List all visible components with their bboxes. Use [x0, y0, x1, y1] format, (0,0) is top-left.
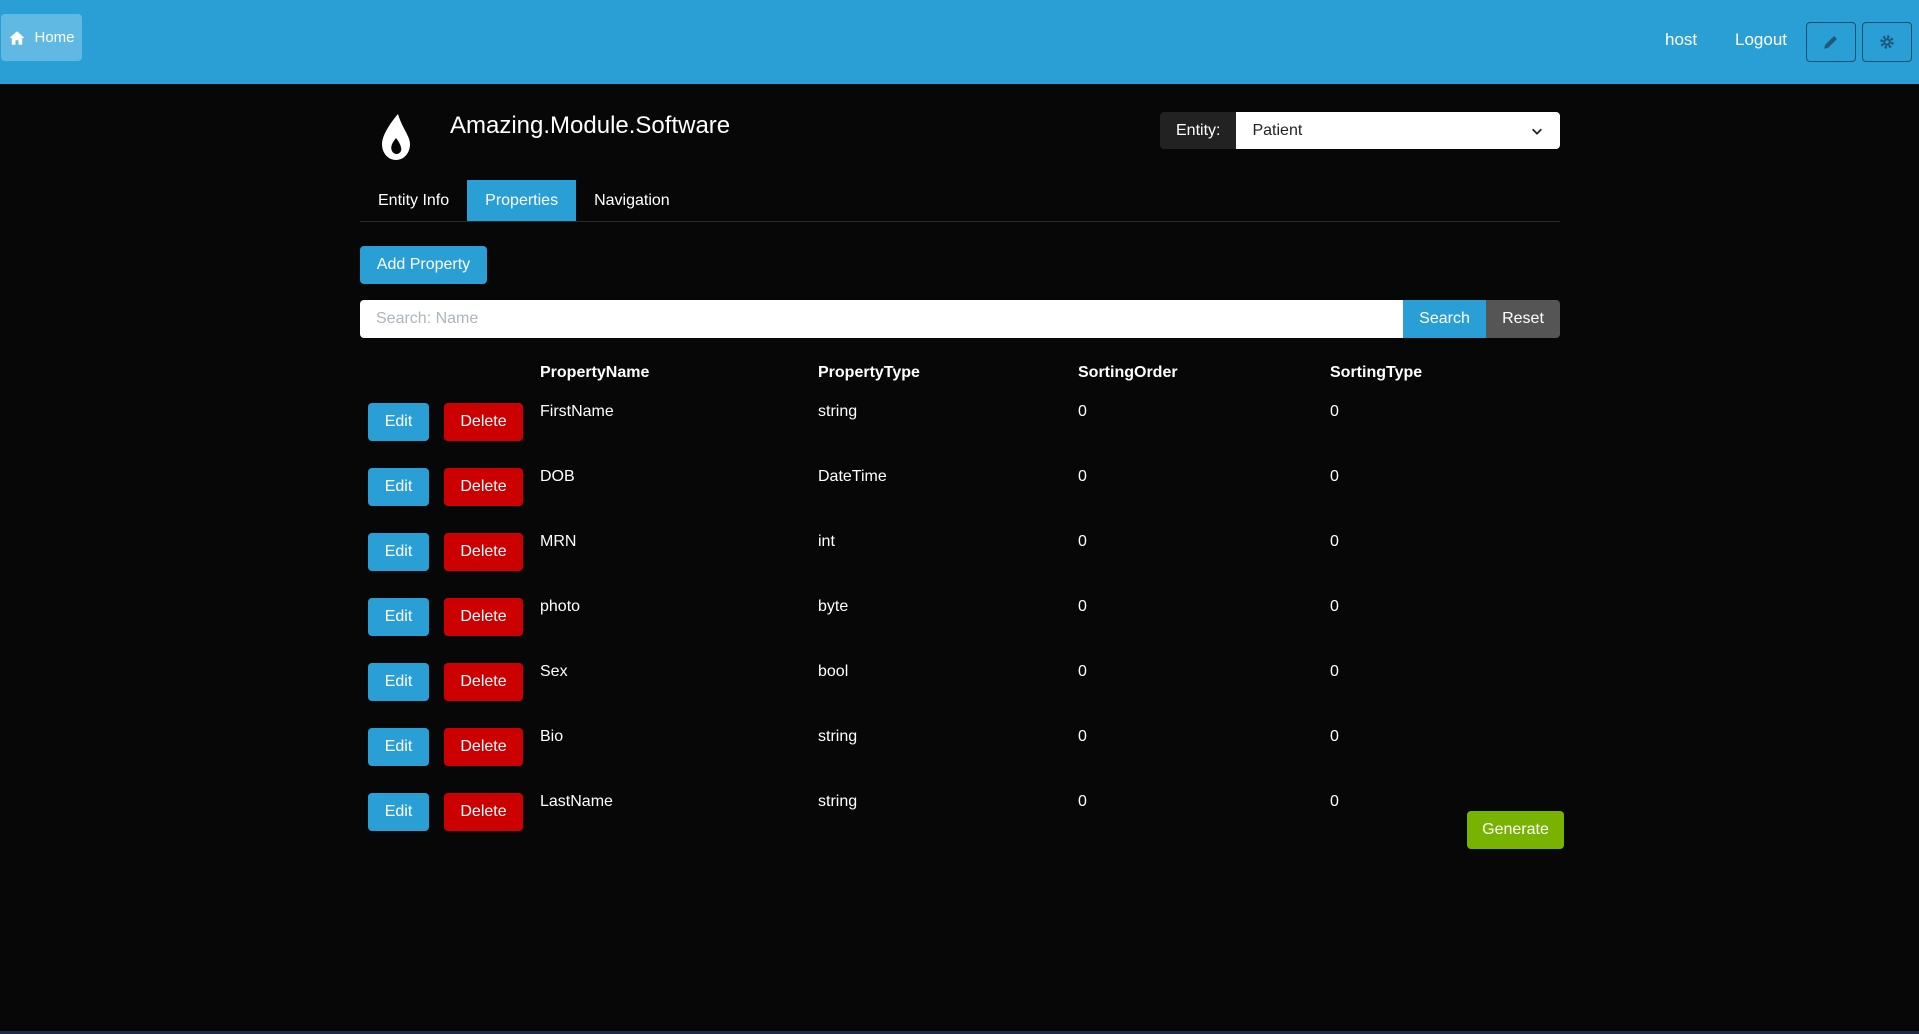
- pencil-icon: [1824, 36, 1837, 49]
- delete-button[interactable]: Delete: [444, 663, 523, 701]
- table-row: Edit Delete Bio string 0 0: [360, 717, 1560, 782]
- sorting-type-cell: 0: [1330, 403, 1339, 420]
- home-label: Home: [34, 29, 75, 46]
- property-name-cell: MRN: [540, 533, 577, 550]
- table-row: Edit Delete Sex bool 0 0: [360, 652, 1560, 717]
- tab-bar: Entity Info Properties Navigation: [360, 180, 1560, 222]
- delete-button[interactable]: Delete: [444, 468, 523, 506]
- delete-button[interactable]: Delete: [444, 728, 523, 766]
- table-row: Edit Delete FirstName string 0 0: [360, 392, 1560, 457]
- delete-button[interactable]: Delete: [444, 533, 523, 571]
- chevron-down-icon: [1532, 128, 1542, 135]
- property-name-cell: DOB: [540, 468, 575, 485]
- property-name-cell: photo: [540, 598, 581, 615]
- property-type-cell: DateTime: [818, 468, 887, 485]
- delete-button[interactable]: Delete: [444, 403, 523, 441]
- delete-button[interactable]: Delete: [444, 598, 523, 636]
- edit-button[interactable]: Edit: [368, 468, 429, 506]
- table-row: Edit Delete MRN int 0 0: [360, 522, 1560, 587]
- edit-button[interactable]: Edit: [368, 793, 429, 831]
- edit-button[interactable]: Edit: [368, 403, 429, 441]
- edit-mode-button[interactable]: [1806, 22, 1856, 62]
- settings-button[interactable]: [1862, 22, 1912, 62]
- edit-button[interactable]: Edit: [368, 598, 429, 636]
- property-type-cell: int: [818, 533, 835, 550]
- sorting-order-cell: 0: [1078, 468, 1087, 485]
- edit-button[interactable]: Edit: [368, 663, 429, 701]
- search-input[interactable]: [360, 300, 1403, 338]
- actions-header: [360, 354, 540, 392]
- entity-selector: Entity: Patient: [1160, 112, 1560, 149]
- table-row: Edit Delete LastName string 0 0: [360, 782, 1560, 847]
- property-name-cell: LastName: [540, 793, 613, 810]
- entity-selected-value: Patient: [1252, 121, 1303, 139]
- sorting-order-cell: 0: [1078, 403, 1087, 420]
- properties-table: PropertyName PropertyType SortingOrder S…: [360, 354, 1560, 847]
- generate-button[interactable]: Generate: [1467, 811, 1564, 849]
- tab-properties[interactable]: Properties: [467, 180, 577, 221]
- edit-button[interactable]: Edit: [368, 533, 429, 571]
- sorting-order-cell: 0: [1078, 663, 1087, 680]
- table-row: Edit Delete photo byte 0 0: [360, 587, 1560, 652]
- edit-button[interactable]: Edit: [368, 728, 429, 766]
- entity-label: Entity:: [1160, 112, 1237, 149]
- reset-button[interactable]: Reset: [1486, 300, 1560, 338]
- tab-entity-info[interactable]: Entity Info: [360, 180, 467, 221]
- property-type-cell: string: [818, 728, 858, 745]
- sorting-type-cell: 0: [1330, 598, 1339, 615]
- sorting-order-cell: 0: [1078, 533, 1087, 550]
- sorting-type-cell: 0: [1330, 468, 1339, 485]
- property-type-cell: byte: [818, 598, 849, 615]
- add-property-button[interactable]: Add Property: [360, 246, 487, 284]
- top-navbar: Home host Logout: [0, 0, 1919, 84]
- sorting-order-cell: 0: [1078, 598, 1087, 615]
- search-button[interactable]: Search: [1403, 300, 1486, 338]
- home-icon: [9, 30, 25, 45]
- user-link[interactable]: host: [1665, 30, 1697, 50]
- column-header-sorting-order: SortingOrder: [1078, 364, 1178, 381]
- table-header-row: PropertyName PropertyType SortingOrder S…: [360, 354, 1560, 392]
- sorting-order-cell: 0: [1078, 793, 1087, 810]
- column-header-property-name: PropertyName: [540, 364, 650, 381]
- sorting-order-cell: 0: [1078, 728, 1087, 745]
- property-name-cell: Bio: [540, 728, 564, 745]
- tab-navigation[interactable]: Navigation: [576, 180, 688, 221]
- property-name-cell: Sex: [540, 663, 568, 680]
- sorting-type-cell: 0: [1330, 533, 1339, 550]
- sorting-type-cell: 0: [1330, 728, 1339, 745]
- column-header-sorting-type: SortingType: [1330, 364, 1423, 381]
- search-bar: Search Reset: [360, 300, 1560, 338]
- property-type-cell: string: [818, 403, 858, 420]
- property-type-cell: bool: [818, 663, 849, 680]
- entity-select[interactable]: Patient: [1236, 112, 1560, 149]
- property-name-cell: FirstName: [540, 403, 614, 420]
- property-type-cell: string: [818, 793, 858, 810]
- app-title: Amazing.Module.Software: [450, 112, 731, 139]
- home-button[interactable]: Home: [1, 14, 82, 61]
- logout-link[interactable]: Logout: [1735, 30, 1787, 50]
- sorting-type-cell: 0: [1330, 663, 1339, 680]
- droplet-logo-icon: [382, 114, 410, 160]
- column-header-property-type: PropertyType: [818, 364, 920, 381]
- table-row: Edit Delete DOB DateTime 0 0: [360, 457, 1560, 522]
- delete-button[interactable]: Delete: [444, 793, 523, 831]
- gear-icon: [1880, 35, 1894, 49]
